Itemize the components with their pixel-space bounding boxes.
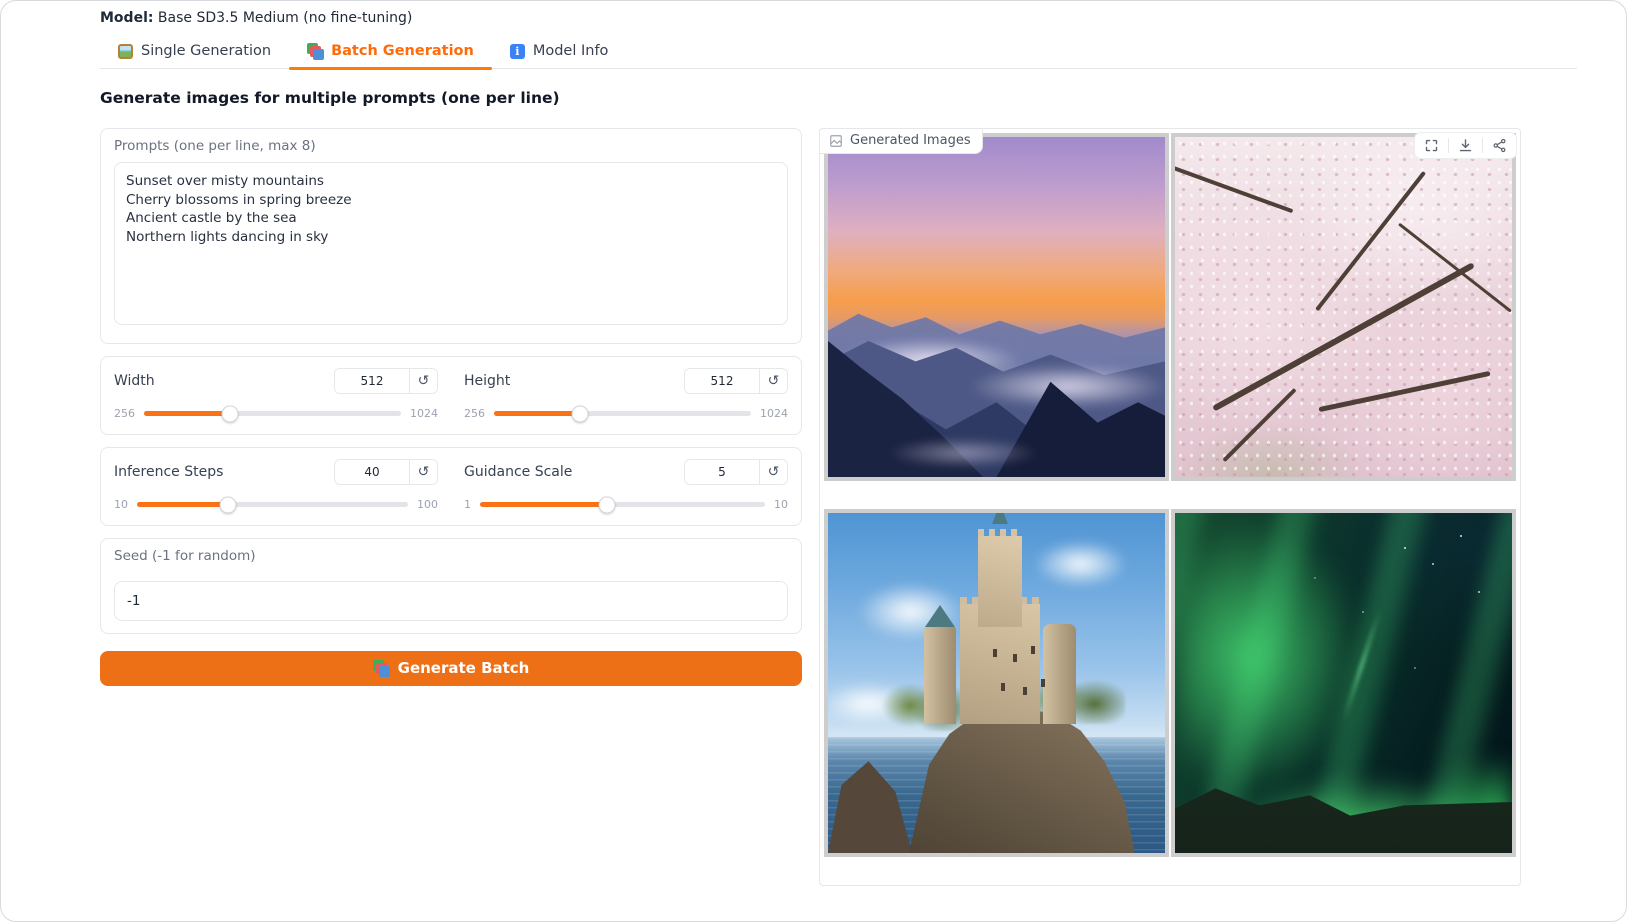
guidance-slider[interactable] bbox=[480, 496, 765, 513]
app-window: Model: Base SD3.5 Medium (no fine-tuning… bbox=[0, 0, 1627, 922]
height-max-label: 1024 bbox=[760, 407, 788, 420]
guidance-slider-fill bbox=[480, 502, 607, 507]
layered-books-icon bbox=[307, 43, 325, 60]
page-title: Generate images for multiple prompts (on… bbox=[100, 89, 560, 107]
width-slider-group: Width ↺ 256 bbox=[114, 368, 438, 422]
steps-label: Inference Steps bbox=[114, 464, 224, 480]
fullscreen-icon[interactable] bbox=[1424, 138, 1439, 153]
height-slider-fill bbox=[494, 411, 581, 416]
gallery-label-text: Generated Images bbox=[850, 133, 971, 148]
width-reset-button[interactable]: ↺ bbox=[409, 369, 437, 393]
toolbar-divider bbox=[1448, 138, 1449, 153]
blossom-image-art bbox=[1175, 137, 1512, 477]
info-square-icon bbox=[509, 43, 525, 59]
height-number-box: ↺ bbox=[684, 368, 788, 394]
sunset-image-art bbox=[828, 137, 1165, 477]
width-label: Width bbox=[114, 373, 155, 389]
model-line: Model: Base SD3.5 Medium (no fine-tuning… bbox=[100, 10, 1626, 26]
guidance-max-label: 10 bbox=[774, 498, 788, 511]
download-icon[interactable] bbox=[1458, 138, 1473, 153]
tab-label: Single Generation bbox=[141, 43, 272, 59]
toolbar-divider bbox=[1482, 138, 1483, 153]
tab-model-info[interactable]: Model Info bbox=[492, 36, 627, 68]
prompts-label: Prompts (one per line, max 8) bbox=[114, 138, 316, 154]
generate-batch-button[interactable]: Generate Batch bbox=[100, 651, 802, 686]
height-slider[interactable] bbox=[494, 405, 751, 422]
steps-slider-group: Inference Steps ↺ 10 bbox=[114, 459, 438, 513]
size-panel: Width ↺ 256 bbox=[100, 356, 802, 435]
steps-min-label: 10 bbox=[114, 498, 128, 511]
steps-guidance-panel: Inference Steps ↺ 10 bbox=[100, 447, 802, 526]
steps-number-box: ↺ bbox=[334, 459, 438, 485]
model-value: Base SD3.5 Medium (no fine-tuning) bbox=[157, 10, 413, 26]
width-min-label: 256 bbox=[114, 407, 135, 420]
guidance-input[interactable] bbox=[685, 460, 759, 484]
reset-icon: ↺ bbox=[767, 464, 780, 480]
width-input[interactable] bbox=[335, 369, 409, 393]
tab-bar: Single Generation Batch Generation Model… bbox=[100, 36, 1577, 70]
width-slider-handle[interactable] bbox=[221, 405, 239, 422]
height-slider-handle[interactable] bbox=[571, 405, 589, 422]
aurora-image-art bbox=[1175, 513, 1512, 853]
prompts-textarea[interactable]: Sunset over misty mountains Cherry bloss… bbox=[114, 162, 788, 325]
tab-batch-generation[interactable]: Batch Generation bbox=[289, 36, 492, 70]
steps-slider-handle[interactable] bbox=[219, 496, 237, 513]
gallery-grid bbox=[824, 133, 1516, 857]
height-slider-group: Height ↺ 256 bbox=[464, 368, 788, 422]
gallery-image-northern-lights-dancing-in-sky[interactable] bbox=[1171, 509, 1516, 857]
height-min-label: 256 bbox=[464, 407, 485, 420]
framed-picture-icon bbox=[118, 43, 133, 59]
tab-single-generation[interactable]: Single Generation bbox=[100, 36, 289, 68]
image-placeholder-icon bbox=[830, 134, 842, 147]
gallery-toolbar bbox=[1414, 132, 1517, 159]
model-label: Model: bbox=[100, 10, 154, 26]
gallery-label: Generated Images bbox=[819, 128, 983, 154]
seed-panel: Seed (-1 for random) bbox=[100, 538, 802, 634]
share-icon[interactable] bbox=[1492, 138, 1507, 153]
seed-label: Seed (-1 for random) bbox=[114, 548, 256, 564]
guidance-slider-group: Guidance Scale ↺ 1 bbox=[464, 459, 788, 513]
width-number-box: ↺ bbox=[334, 368, 438, 394]
guidance-reset-button[interactable]: ↺ bbox=[759, 460, 787, 484]
height-reset-button[interactable]: ↺ bbox=[759, 369, 787, 393]
generate-batch-label: Generate Batch bbox=[397, 659, 530, 677]
steps-input[interactable] bbox=[335, 460, 409, 484]
tab-label: Batch Generation bbox=[331, 43, 474, 59]
reset-icon: ↺ bbox=[767, 373, 780, 389]
gallery-image-sunset-over-misty-mountains[interactable] bbox=[824, 133, 1169, 481]
reset-icon: ↺ bbox=[417, 464, 430, 480]
guidance-label: Guidance Scale bbox=[464, 464, 573, 480]
height-input[interactable] bbox=[685, 369, 759, 393]
reset-icon: ↺ bbox=[417, 373, 430, 389]
steps-max-label: 100 bbox=[417, 498, 438, 511]
tab-label: Model Info bbox=[532, 43, 609, 59]
castle-image-art bbox=[828, 513, 1165, 853]
width-max-label: 1024 bbox=[410, 407, 438, 420]
controls-column: Prompts (one per line, max 8) Sunset ove… bbox=[100, 128, 802, 886]
width-slider-fill bbox=[144, 411, 231, 416]
guidance-slider-handle[interactable] bbox=[598, 496, 616, 513]
steps-slider-fill bbox=[137, 502, 228, 507]
height-label: Height bbox=[464, 373, 511, 389]
steps-reset-button[interactable]: ↺ bbox=[409, 460, 437, 484]
gallery-image-cherry-blossoms-in-spring-breeze[interactable] bbox=[1171, 133, 1516, 481]
seed-input[interactable] bbox=[114, 581, 788, 621]
layered-books-icon bbox=[372, 660, 390, 677]
guidance-min-label: 1 bbox=[464, 498, 471, 511]
steps-slider[interactable] bbox=[137, 496, 408, 513]
guidance-number-box: ↺ bbox=[684, 459, 788, 485]
gallery-image-ancient-castle-by-the-sea[interactable] bbox=[824, 509, 1169, 857]
generated-images-gallery: Generated Images bbox=[819, 128, 1521, 886]
prompts-panel: Prompts (one per line, max 8) Sunset ove… bbox=[100, 128, 802, 344]
width-slider[interactable] bbox=[144, 405, 401, 422]
